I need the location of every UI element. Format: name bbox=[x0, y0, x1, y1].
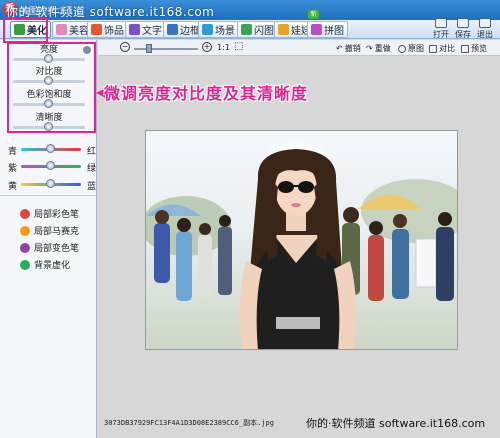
compare-icon bbox=[429, 44, 437, 53]
collage-icon bbox=[311, 24, 322, 35]
tab-7[interactable]: 闪图 bbox=[237, 21, 278, 38]
tool-item[interactable]: 背景虚化 bbox=[20, 258, 70, 271]
color-right-label: 绿 bbox=[86, 164, 96, 174]
redo-label: 重做 bbox=[374, 44, 391, 53]
tool-label: 局部马赛克 bbox=[34, 227, 80, 237]
color-slider-knob[interactable] bbox=[46, 179, 55, 188]
recolor-pen-icon bbox=[20, 242, 30, 253]
tool-item[interactable]: 局部马赛克 bbox=[20, 224, 79, 237]
color-left-label: 紫 bbox=[8, 164, 18, 174]
tab-label: 美容 bbox=[69, 26, 89, 37]
fit-icon[interactable]: ⬚ bbox=[234, 41, 243, 52]
color-slider-knob[interactable] bbox=[46, 144, 55, 153]
color-balance-slider: 紫绿 bbox=[8, 161, 96, 174]
zoom-in-icon[interactable]: + bbox=[202, 42, 212, 52]
zoom-slider-knob[interactable] bbox=[146, 44, 152, 53]
open-label: 打开 bbox=[433, 30, 449, 39]
compare-label: 对比 bbox=[439, 44, 455, 53]
tab-3[interactable]: 饰品 bbox=[87, 21, 128, 38]
highlight-adjust-sliders bbox=[7, 42, 96, 133]
save-label: 保存 bbox=[455, 30, 471, 39]
annotation-text: 微调亮度对比度及其清晰度 bbox=[104, 84, 309, 103]
tab-6[interactable]: 场景 bbox=[198, 21, 239, 38]
tab-label: 饰品 bbox=[104, 26, 124, 37]
tool-label: 局部变色笔 bbox=[34, 244, 80, 254]
accessory-icon bbox=[91, 24, 102, 35]
exit-button[interactable]: 退出 bbox=[474, 18, 496, 40]
color-pen-icon bbox=[20, 208, 30, 219]
blur-icon bbox=[20, 259, 30, 270]
frame-icon bbox=[167, 24, 178, 35]
save-button[interactable]: 保存 bbox=[452, 18, 474, 40]
mosaic-icon bbox=[20, 225, 30, 236]
save-icon bbox=[457, 18, 469, 28]
compare-button[interactable]: 对比 bbox=[429, 43, 455, 54]
color-right-label: 红 bbox=[86, 147, 96, 157]
view-toolbar: − + 1:1 ⬚ ↶ 撤销 ↷ 重做 原图 对比 预览 bbox=[98, 40, 500, 56]
color-balance-slider: 黄蓝 bbox=[8, 179, 96, 192]
color-balance-slider: 青红 bbox=[8, 144, 96, 157]
undo-button[interactable]: ↶ 撤销 bbox=[336, 43, 361, 54]
tab-bar: 美化 美容 饰品 文字 边框 场景 闪图 娃娃 拼图 bbox=[0, 20, 500, 39]
color-left-label: 黄 bbox=[8, 182, 18, 192]
photo-canvas[interactable] bbox=[145, 130, 458, 350]
doll-icon bbox=[278, 24, 289, 35]
preview-button[interactable]: 预览 bbox=[461, 43, 487, 54]
tab-label: 拼图 bbox=[324, 26, 344, 37]
new-badge: 新 bbox=[308, 10, 319, 19]
color-right-label: 蓝 bbox=[86, 182, 96, 192]
panel-divider bbox=[0, 195, 96, 196]
actual-size-button[interactable]: 1:1 bbox=[217, 43, 230, 52]
color-left-label: 青 bbox=[8, 147, 18, 157]
exit-label: 退出 bbox=[477, 30, 493, 39]
redo-button[interactable]: ↷ 重做 bbox=[366, 43, 391, 54]
watermark-bottom: 你的·软件频道 software.it168.com bbox=[306, 417, 486, 430]
color-slider-knob[interactable] bbox=[46, 161, 55, 170]
zoom-out-icon[interactable]: − bbox=[120, 42, 130, 52]
open-button[interactable]: 打开 bbox=[430, 18, 452, 40]
title-bar: 秀 美图秀秀 2.1.0 你的·软件频道 software.it168.com bbox=[0, 0, 500, 20]
tab-label: 文字 bbox=[142, 26, 162, 37]
scene-icon bbox=[202, 24, 213, 35]
original-label: 原图 bbox=[408, 44, 424, 53]
open-icon bbox=[435, 18, 447, 28]
tab-label: 闪图 bbox=[254, 26, 274, 37]
filename-label: 3073DB37929FC13F4A1D3D08E2389CC6_副本.jpg bbox=[104, 419, 274, 427]
text-icon bbox=[129, 24, 140, 35]
redo-icon: ↷ bbox=[366, 44, 373, 53]
photo-image bbox=[146, 131, 457, 349]
tool-item[interactable]: 局部彩色笔 bbox=[20, 207, 79, 220]
tab-9[interactable]: 拼图 bbox=[307, 21, 348, 38]
tab-label: 场景 bbox=[215, 26, 235, 37]
tab-4[interactable]: 文字 bbox=[125, 21, 166, 38]
zoom-slider-track[interactable] bbox=[134, 48, 198, 50]
exit-icon bbox=[479, 18, 491, 28]
flash-icon bbox=[241, 24, 252, 35]
undo-label: 撤销 bbox=[344, 44, 361, 53]
original-icon bbox=[398, 44, 406, 53]
preview-icon bbox=[461, 44, 469, 53]
tool-item[interactable]: 局部变色笔 bbox=[20, 241, 79, 254]
tool-label: 背景虚化 bbox=[34, 261, 71, 271]
tab-label: 边框 bbox=[180, 26, 200, 37]
preview-label: 预览 bbox=[471, 44, 487, 53]
makeup-icon bbox=[56, 24, 67, 35]
undo-icon: ↶ bbox=[336, 44, 343, 53]
tool-label: 局部彩色笔 bbox=[34, 210, 80, 220]
highlight-beautify-tab bbox=[3, 18, 48, 43]
original-button[interactable]: 原图 bbox=[398, 43, 424, 54]
